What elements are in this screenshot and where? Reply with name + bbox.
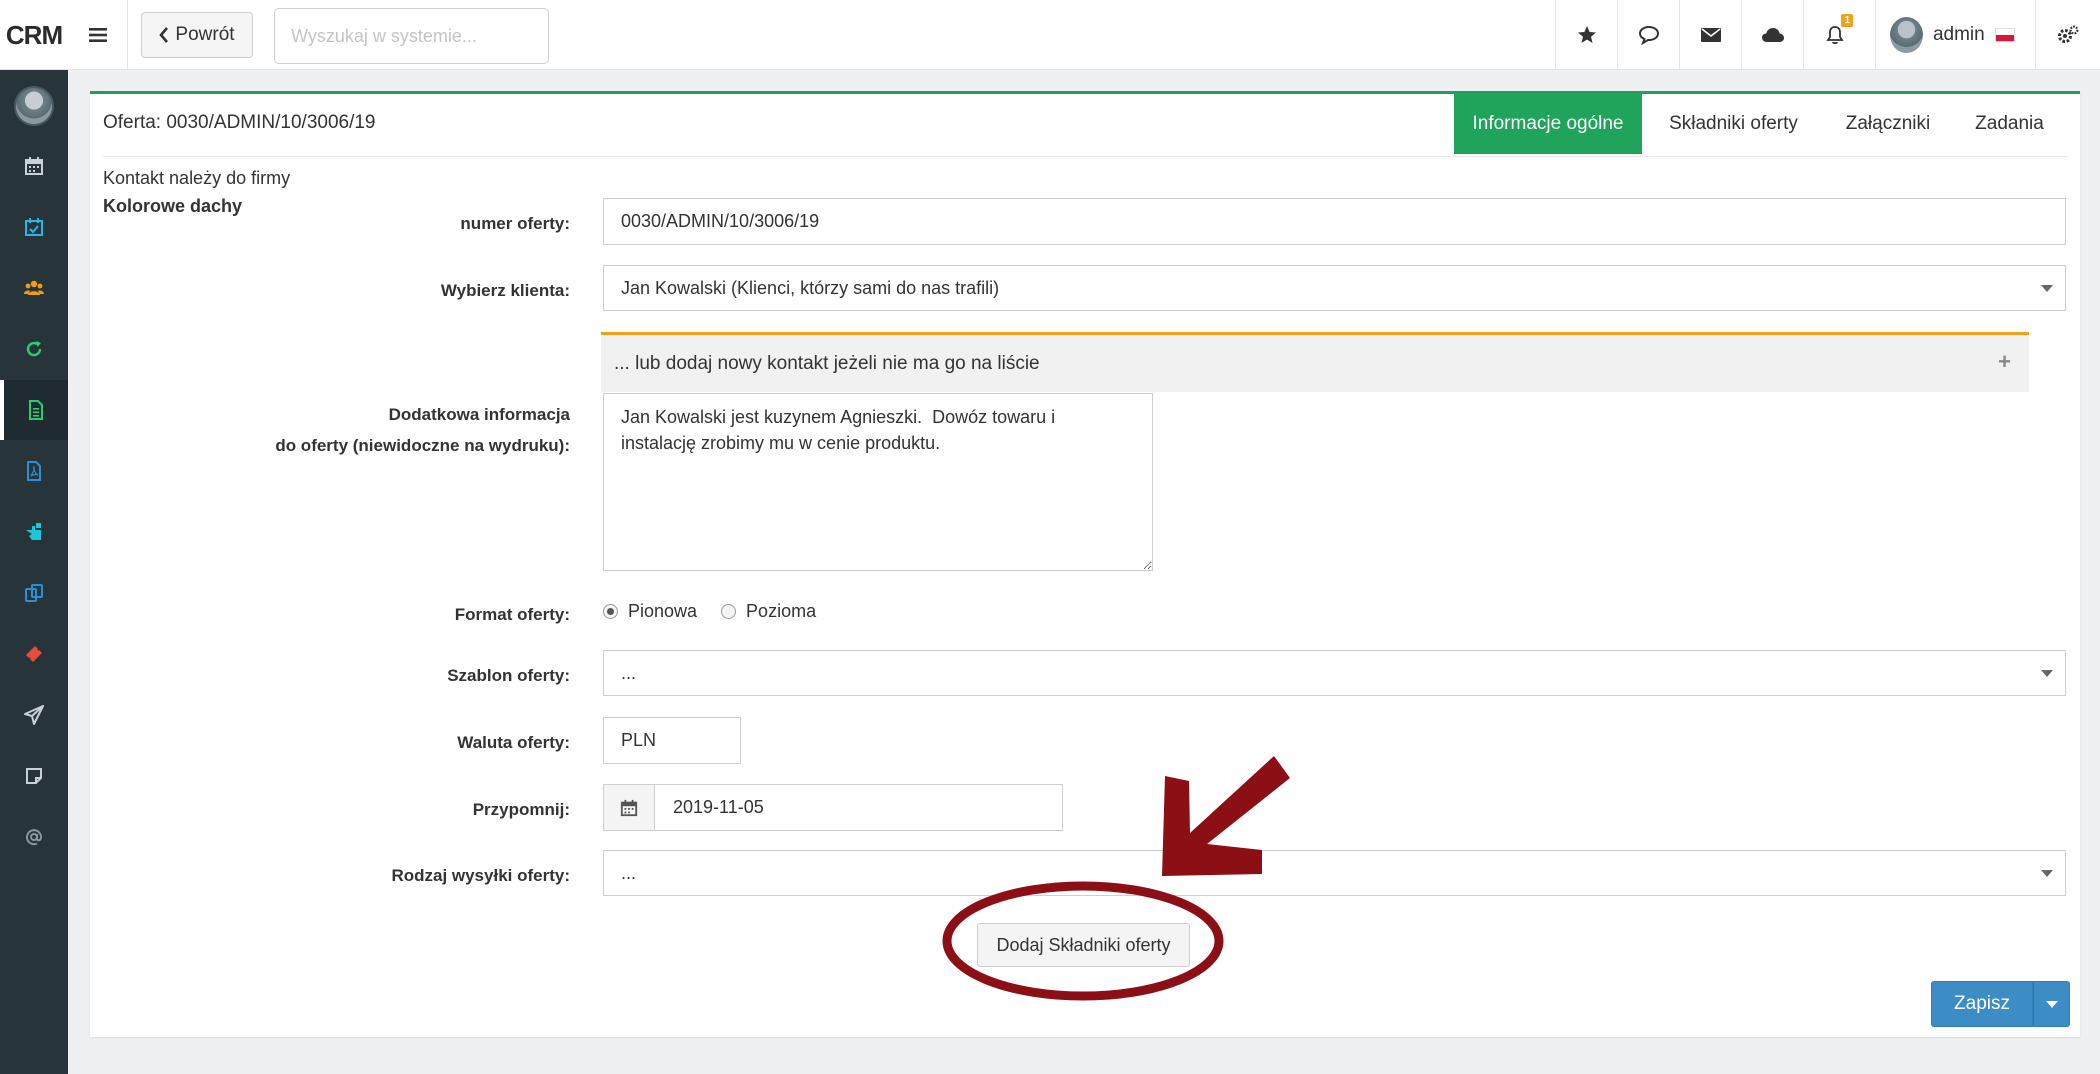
save-dropdown-toggle[interactable]: [2033, 981, 2070, 1027]
chevron-down-icon: [2041, 870, 2053, 877]
settings-button[interactable]: [2035, 0, 2100, 70]
sidebar-item-contacts[interactable]: [0, 258, 68, 318]
sidebar-item-calendar[interactable]: [0, 136, 68, 196]
settings-icon: [2058, 25, 2079, 43]
offer-number-value: 0030/ADMIN/10/3006/19: [621, 211, 820, 231]
sidebar: [0, 70, 68, 1074]
sidebar-item-offers[interactable]: [0, 380, 68, 440]
note-icon: [26, 768, 42, 784]
client-select[interactable]: Jan Kowalski (Klienci, którzy sami do na…: [603, 265, 2066, 311]
avatar: [1890, 17, 1923, 53]
sidebar-item-send[interactable]: [0, 685, 68, 745]
shipping-value: ...: [621, 862, 637, 883]
company-label: Kontakt należy do firmy: [103, 168, 291, 188]
currency-value: PLN: [621, 730, 657, 750]
menu-toggle-button[interactable]: [68, 0, 128, 70]
search-input[interactable]: [274, 8, 549, 64]
client-value: Jan Kowalski (Klienci, którzy sami do na…: [621, 277, 1000, 298]
user-name: admin: [1932, 24, 1985, 45]
sidebar-item-email[interactable]: [0, 807, 68, 867]
pdf-icon: [27, 461, 41, 481]
offer-number-label: numer oferty:: [460, 214, 570, 233]
sidebar-avatar[interactable]: [14, 86, 54, 126]
reminder-date-field[interactable]: 2019-11-05: [654, 784, 1063, 831]
format-option-portrait-label: Pionowa: [628, 601, 698, 621]
plus-icon[interactable]: +: [1998, 349, 2011, 375]
additional-info-label-line1: Dodatkowa informacja: [388, 405, 570, 424]
sidebar-item-documents[interactable]: [0, 563, 68, 623]
page-title: Oferta: 0030/ADMIN/10/3006/19: [103, 112, 376, 133]
poland-flag-icon: [1994, 28, 2015, 42]
format-radio-group: Pionowa Pozioma: [603, 601, 816, 622]
bell-icon: [1825, 26, 1844, 45]
calendar-icon: [620, 799, 638, 816]
add-offer-items-button[interactable]: Dodaj Składniki oferty: [977, 923, 1190, 967]
hand-icon: [26, 523, 41, 540]
calendar-addon[interactable]: [603, 784, 655, 831]
back-button[interactable]: Powrót: [141, 12, 253, 58]
top-bar: CRM Powrót 1 admin: [0, 0, 2100, 70]
favorites-button[interactable]: [1555, 0, 1617, 70]
save-button[interactable]: Zapisz: [1931, 981, 2033, 1027]
mail-icon: [1700, 28, 1721, 42]
chevron-down-icon: [2041, 670, 2053, 677]
currency-label: Waluta oferty:: [457, 733, 570, 752]
sidebar-item-sales[interactable]: [0, 502, 68, 562]
calendar-icon: [25, 157, 43, 175]
brand-logo[interactable]: CRM: [0, 0, 68, 70]
caret-down-icon: [2045, 1000, 2058, 1008]
additional-info-textarea[interactable]: Jan Kowalski jest kuzynem Agnieszki. Dow…: [603, 393, 1153, 571]
calendar-check-icon: [25, 218, 43, 236]
ticket-icon: [26, 646, 42, 662]
at-icon: [26, 829, 43, 846]
shipping-label: Rodzaj wysyłki oferty:: [391, 866, 570, 885]
tab-attachments[interactable]: Załączniki: [1825, 94, 1951, 154]
chevron-down-icon: [2041, 285, 2053, 292]
mail-button[interactable]: [1679, 0, 1741, 70]
back-button-label: Powrót: [175, 24, 235, 45]
save-button-group: Zapisz: [1931, 981, 2070, 1027]
sidebar-item-notes[interactable]: [0, 746, 68, 806]
user-menu[interactable]: admin: [1875, 0, 2015, 70]
tab-general-info[interactable]: Informacje ogólne: [1454, 94, 1642, 154]
template-select[interactable]: ...: [603, 650, 2066, 696]
copy-icon: [25, 584, 43, 602]
send-icon: [24, 705, 44, 725]
reminder-date-value: 2019-11-05: [673, 797, 764, 817]
template-label: Szablon oferty:: [447, 666, 570, 685]
add-contact-panel-title: ... lub dodaj nowy kontakt jeżeli nie ma…: [614, 352, 1040, 374]
sidebar-item-sync[interactable]: [0, 319, 68, 379]
chevron-left-icon: [159, 27, 169, 43]
star-icon: [1577, 26, 1596, 43]
cloud-icon: [1761, 28, 1784, 42]
client-label: Wybierz klienta:: [440, 281, 570, 300]
header-divider: [103, 156, 2068, 157]
sidebar-item-tickets[interactable]: [0, 624, 68, 684]
template-value: ...: [621, 662, 637, 683]
add-contact-panel[interactable]: ... lub dodaj nowy kontakt jeżeli nie ma…: [601, 332, 2029, 392]
offer-card: Oferta: 0030/ADMIN/10/3006/19 Informacje…: [90, 91, 2080, 1037]
tab-offer-items[interactable]: Składniki oferty: [1642, 94, 1825, 154]
sidebar-item-tasks[interactable]: [0, 197, 68, 257]
refresh-icon: [26, 341, 42, 357]
notifications-button[interactable]: 1: [1803, 0, 1865, 70]
hamburger-icon: [88, 28, 107, 42]
document-icon: [29, 400, 43, 420]
offer-number-field[interactable]: 0030/ADMIN/10/3006/19: [603, 198, 2066, 245]
cloud-button[interactable]: [1741, 0, 1803, 70]
users-icon: [24, 280, 44, 295]
format-option-landscape-label: Pozioma: [746, 601, 817, 621]
format-label: Format oferty:: [454, 605, 570, 624]
tab-tasks[interactable]: Zadania: [1951, 94, 2068, 154]
format-radio-portrait[interactable]: [603, 604, 618, 619]
chat-icon: [1638, 25, 1659, 45]
shipping-select[interactable]: ...: [603, 850, 2066, 896]
notification-count-badge: 1: [1841, 14, 1853, 27]
sidebar-item-pdf[interactable]: [0, 441, 68, 501]
additional-info-label-line2: do oferty (niewidoczne na wydruku):: [275, 436, 570, 455]
chat-button[interactable]: [1617, 0, 1679, 70]
currency-field[interactable]: PLN: [603, 717, 741, 764]
format-radio-landscape[interactable]: [721, 604, 737, 619]
reminder-label: Przypomnij:: [472, 800, 570, 819]
